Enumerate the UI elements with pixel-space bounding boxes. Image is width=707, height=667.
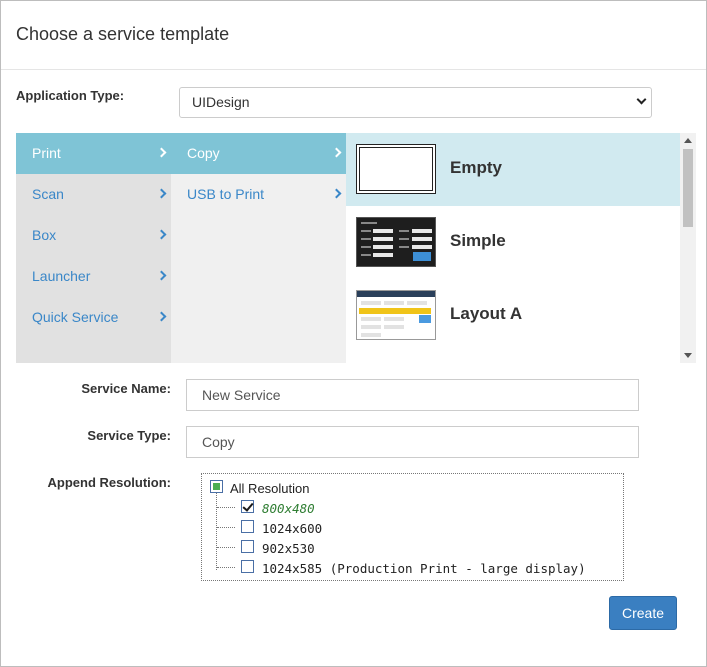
subcategory-list: Copy USB to Print: [171, 133, 346, 363]
service-type-label: Service Type:: [87, 428, 171, 443]
template-thumbnail: [356, 290, 436, 340]
all-resolution-checkbox[interactable]: [210, 480, 223, 493]
chevron-right-icon: [156, 188, 167, 199]
template-name: Layout A: [450, 304, 523, 323]
append-resolution-label: Append Resolution:: [47, 475, 172, 490]
resolution-tree: All Resolution 800x480 1024x600 902x530 …: [201, 473, 624, 581]
application-type-label: Application Type:: [16, 88, 125, 103]
template-picker: Print Scan Box Launcher Quick Service Co…: [16, 133, 696, 363]
resolution-label: 1024x585 (Production Print - large displ…: [262, 561, 586, 576]
category-label: Scan: [32, 186, 64, 202]
create-button[interactable]: Create: [609, 596, 677, 630]
scroll-up-arrow-icon[interactable]: [684, 138, 692, 143]
template-item-simple[interactable]: Simple: [346, 206, 680, 279]
chevron-right-icon: [156, 229, 167, 240]
subcategory-item-copy[interactable]: Copy: [171, 133, 346, 174]
service-name-input[interactable]: New Service: [186, 379, 639, 411]
resolution-checkbox-1024x600[interactable]: [241, 520, 254, 533]
template-name: Simple: [450, 231, 506, 250]
category-list: Print Scan Box Launcher Quick Service: [16, 133, 171, 363]
chevron-right-icon: [331, 188, 342, 199]
template-thumbnail: [356, 217, 436, 267]
template-name: Empty: [450, 158, 502, 177]
chevron-right-icon: [156, 311, 167, 322]
chevron-down-icon: [636, 94, 647, 105]
scroll-down-arrow-icon[interactable]: [684, 353, 692, 358]
category-label: Box: [32, 227, 57, 243]
all-resolution-label: All Resolution: [230, 481, 310, 496]
service-type-input[interactable]: Copy: [186, 426, 639, 458]
category-item-quick-service[interactable]: Quick Service: [16, 297, 171, 338]
category-label: Launcher: [32, 268, 91, 284]
resolution-label: 800x480: [262, 501, 315, 516]
category-item-launcher[interactable]: Launcher: [16, 256, 171, 297]
template-item-empty[interactable]: Empty: [346, 133, 680, 206]
scrollbar-thumb[interactable]: [683, 149, 693, 227]
resolution-checkbox-902x530[interactable]: [241, 540, 254, 553]
resolution-label: 1024x600: [262, 521, 323, 536]
subcategory-item-usb-to-print[interactable]: USB to Print: [171, 174, 346, 215]
template-list-scrollbar[interactable]: [680, 133, 696, 363]
subcategory-label: Copy: [187, 145, 220, 161]
template-thumbnail: [356, 144, 436, 194]
dialog-title: Choose a service template: [16, 24, 230, 44]
resolution-checkbox-1024x585[interactable]: [241, 560, 254, 573]
category-item-box[interactable]: Box: [16, 215, 171, 256]
service-template-dialog: Choose a service template Application Ty…: [0, 0, 707, 667]
application-type-select[interactable]: UIDesign: [179, 87, 652, 118]
template-item-layout-a[interactable]: Layout A: [346, 279, 680, 352]
chevron-right-icon: [331, 147, 342, 158]
chevron-right-icon: [156, 270, 167, 281]
category-item-print[interactable]: Print: [16, 133, 171, 174]
service-name-label: Service Name:: [81, 381, 171, 396]
template-list: Empty Simple Layout A: [346, 133, 680, 363]
subcategory-label: USB to Print: [187, 186, 265, 202]
category-label: Quick Service: [32, 309, 119, 325]
dialog-header: Choose a service template: [1, 1, 706, 70]
resolution-label: 902x530: [262, 541, 315, 556]
application-type-value: UIDesign: [192, 94, 250, 110]
category-label: Print: [32, 145, 61, 161]
category-item-scan[interactable]: Scan: [16, 174, 171, 215]
resolution-checkbox-800x480[interactable]: [241, 500, 254, 513]
chevron-right-icon: [156, 147, 167, 158]
